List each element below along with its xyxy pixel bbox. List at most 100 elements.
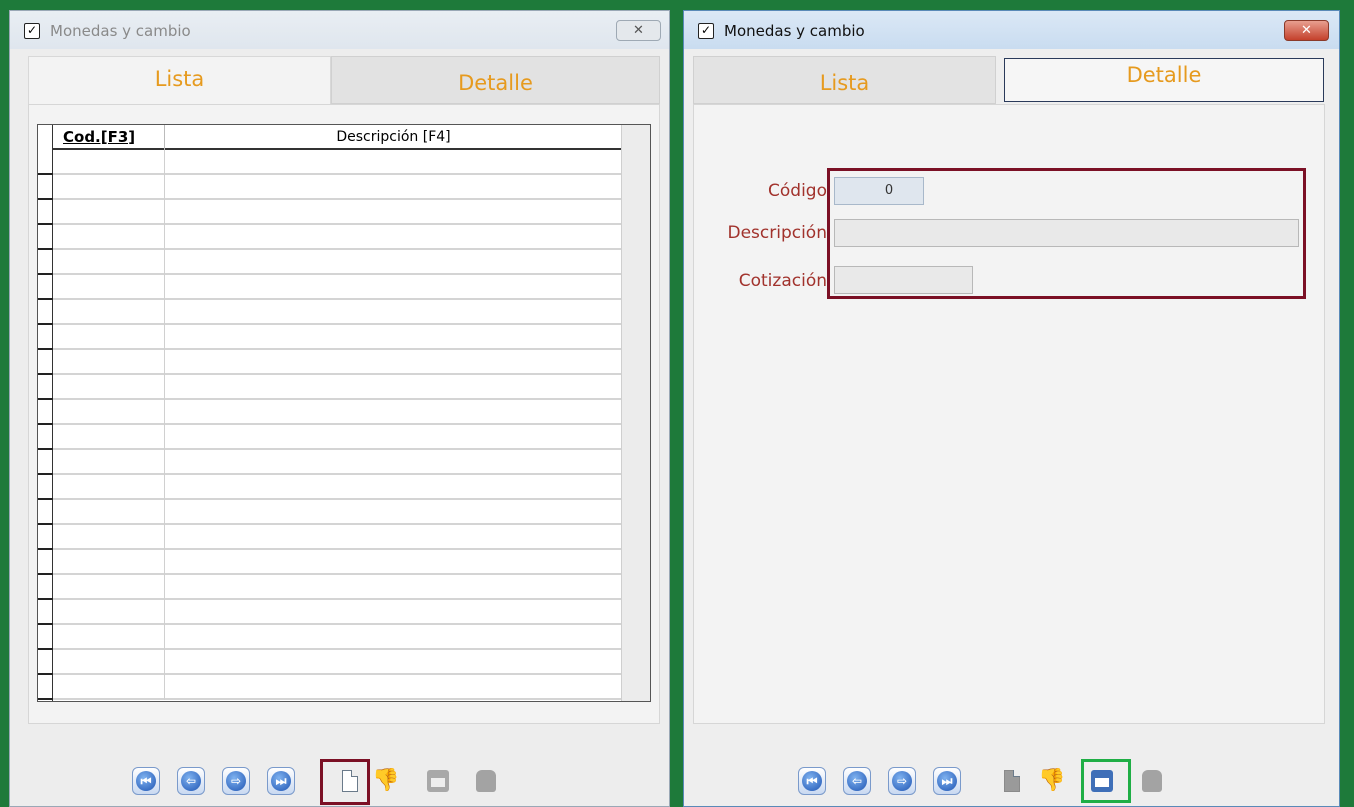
thumbs-down-icon: 👎 bbox=[372, 768, 400, 793]
checkbox-icon: ✓ bbox=[24, 23, 40, 39]
table-cell[interactable] bbox=[53, 400, 165, 425]
previous-record-button[interactable]: ⇦ bbox=[839, 763, 875, 799]
table-row[interactable] bbox=[38, 225, 622, 250]
table-cell[interactable] bbox=[53, 200, 165, 225]
previous-record-icon: ⇦ bbox=[847, 771, 867, 791]
table-cell[interactable] bbox=[53, 350, 165, 375]
last-record-icon: ⏭ bbox=[937, 771, 957, 791]
table-cell[interactable] bbox=[53, 525, 165, 550]
table-cell[interactable] bbox=[53, 150, 165, 175]
table-cell[interactable] bbox=[53, 175, 165, 200]
tab-lista[interactable]: Lista bbox=[693, 56, 996, 104]
next-record-icon: ⇨ bbox=[226, 771, 246, 791]
tab-lista[interactable]: Lista bbox=[28, 56, 331, 106]
table-row[interactable] bbox=[38, 200, 622, 225]
table-row[interactable] bbox=[38, 425, 622, 450]
title-bar[interactable]: ✓ Monedas y cambio ✕ bbox=[10, 11, 669, 49]
table-row[interactable] bbox=[38, 500, 622, 525]
table-row[interactable] bbox=[38, 250, 622, 275]
close-button[interactable]: ✕ bbox=[616, 20, 661, 41]
thumbs-down-icon: 👎 bbox=[1038, 768, 1066, 793]
column-header-codigo[interactable]: Cod.[F3] bbox=[53, 125, 165, 150]
table-row[interactable] bbox=[38, 675, 622, 700]
first-record-button[interactable]: ⏮ bbox=[794, 763, 830, 799]
tab-bar: Lista Detalle bbox=[693, 56, 1325, 104]
tab-detalle[interactable]: Detalle bbox=[1004, 58, 1324, 102]
last-record-button[interactable]: ⏭ bbox=[929, 763, 965, 799]
codigo-label: Código bbox=[768, 181, 827, 201]
table-cell[interactable] bbox=[53, 450, 165, 475]
table-row[interactable] bbox=[38, 450, 622, 475]
detalle-panel: Código 0 Descripción Cotización bbox=[693, 104, 1325, 724]
table-row[interactable] bbox=[38, 550, 622, 575]
vertical-scrollbar[interactable] bbox=[621, 125, 650, 701]
last-record-icon: ⏭ bbox=[271, 771, 291, 791]
next-record-icon: ⇨ bbox=[892, 771, 912, 791]
tab-bar: Lista Detalle bbox=[28, 56, 660, 106]
last-record-button[interactable]: ⏭ bbox=[263, 763, 299, 799]
table-cell[interactable] bbox=[53, 425, 165, 450]
column-header-descripcion[interactable]: Descripción [F4] bbox=[165, 125, 622, 150]
table-cell[interactable] bbox=[53, 225, 165, 250]
table-row[interactable] bbox=[38, 600, 622, 625]
delete-icon bbox=[1142, 770, 1162, 792]
tab-detalle[interactable]: Detalle bbox=[331, 56, 660, 104]
table-row[interactable] bbox=[38, 400, 622, 425]
table-cell[interactable] bbox=[53, 575, 165, 600]
table-cell[interactable] bbox=[53, 650, 165, 675]
row-marker bbox=[38, 698, 53, 700]
new-record-button[interactable] bbox=[994, 763, 1030, 799]
table-row[interactable] bbox=[38, 175, 622, 200]
table-row[interactable] bbox=[38, 300, 622, 325]
table-cell[interactable] bbox=[53, 550, 165, 575]
new-record-icon bbox=[1004, 770, 1020, 792]
cotizacion-label: Cotización bbox=[738, 271, 827, 291]
currency-grid[interactable]: Cod.[F3] Descripción [F4] bbox=[37, 124, 651, 702]
window-monedas-detalle: ✓ Monedas y cambio ✕ Lista Detalle Códig… bbox=[683, 10, 1340, 807]
table-cell[interactable] bbox=[53, 675, 165, 700]
discard-button[interactable]: 👎 bbox=[1034, 763, 1070, 799]
table-cell[interactable] bbox=[53, 475, 165, 500]
first-record-icon: ⏮ bbox=[136, 771, 156, 791]
highlight-form-fields bbox=[827, 168, 1306, 299]
lista-panel: Cod.[F3] Descripción [F4] bbox=[28, 104, 660, 724]
grid-header: Cod.[F3] Descripción [F4] bbox=[53, 125, 622, 150]
table-row[interactable] bbox=[38, 150, 622, 175]
title-bar[interactable]: ✓ Monedas y cambio ✕ bbox=[684, 11, 1339, 49]
first-record-button[interactable]: ⏮ bbox=[128, 763, 164, 799]
highlight-new-record bbox=[320, 759, 370, 805]
grid-rows bbox=[38, 150, 622, 700]
save-icon bbox=[427, 770, 449, 792]
table-cell[interactable] bbox=[53, 500, 165, 525]
table-cell[interactable] bbox=[53, 375, 165, 400]
previous-record-icon: ⇦ bbox=[181, 771, 201, 791]
highlight-save bbox=[1081, 759, 1131, 803]
table-cell[interactable] bbox=[53, 275, 165, 300]
delete-button[interactable] bbox=[1134, 763, 1170, 799]
table-row[interactable] bbox=[38, 350, 622, 375]
table-row[interactable] bbox=[38, 375, 622, 400]
table-cell[interactable] bbox=[53, 250, 165, 275]
window-title: Monedas y cambio bbox=[50, 22, 191, 40]
table-cell[interactable] bbox=[53, 300, 165, 325]
table-row[interactable] bbox=[38, 525, 622, 550]
delete-button[interactable] bbox=[468, 763, 504, 799]
table-cell[interactable] bbox=[53, 325, 165, 350]
table-row[interactable] bbox=[38, 650, 622, 675]
close-button[interactable]: ✕ bbox=[1284, 20, 1329, 41]
table-cell[interactable] bbox=[53, 600, 165, 625]
delete-icon bbox=[476, 770, 496, 792]
save-button[interactable] bbox=[420, 763, 456, 799]
table-row[interactable] bbox=[38, 625, 622, 650]
table-row[interactable] bbox=[38, 475, 622, 500]
table-cell[interactable] bbox=[53, 625, 165, 650]
discard-button[interactable]: 👎 bbox=[368, 763, 404, 799]
window-monedas-lista: ✓ Monedas y cambio ✕ Lista Detalle Cod.[… bbox=[9, 10, 670, 807]
table-row[interactable] bbox=[38, 275, 622, 300]
table-row[interactable] bbox=[38, 325, 622, 350]
previous-record-button[interactable]: ⇦ bbox=[173, 763, 209, 799]
next-record-button[interactable]: ⇨ bbox=[884, 763, 920, 799]
next-record-button[interactable]: ⇨ bbox=[218, 763, 254, 799]
table-row[interactable] bbox=[38, 575, 622, 600]
checkbox-icon: ✓ bbox=[698, 23, 714, 39]
